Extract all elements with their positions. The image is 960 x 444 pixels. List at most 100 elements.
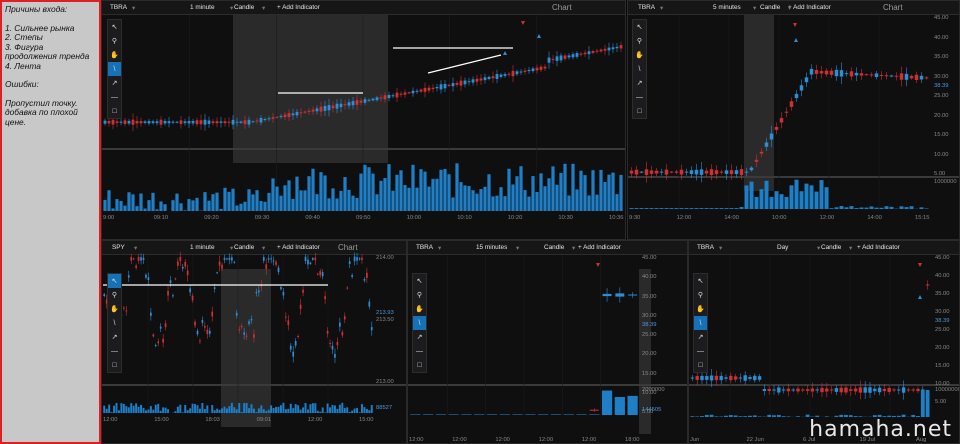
chart-mark	[611, 172, 615, 211]
rect-icon[interactable]: □	[108, 358, 121, 372]
price-tick: 25.00	[642, 332, 657, 338]
chart-mark	[181, 412, 184, 413]
time-tick: 12:00	[676, 215, 692, 221]
zoom-icon[interactable]: ⚲	[633, 34, 646, 48]
price-tick: 34.00	[625, 100, 626, 106]
chart-mark	[772, 415, 776, 417]
chart-mark	[619, 174, 623, 211]
cursor-icon[interactable]: ↖	[633, 20, 646, 34]
chart-mark	[451, 83, 455, 87]
chart-canvas[interactable]	[102, 1, 626, 240]
line-icon[interactable]: \	[694, 316, 707, 330]
chart-mark	[247, 119, 251, 125]
line-icon[interactable]: \	[413, 316, 426, 330]
hand-icon[interactable]: ✋	[694, 302, 707, 316]
cursor-icon[interactable]: ↖	[108, 20, 121, 34]
chart-mark	[615, 293, 625, 297]
chart-mark	[447, 174, 451, 211]
chart-mark	[535, 67, 539, 71]
chart-mark	[839, 70, 844, 77]
chart-mark	[849, 389, 853, 391]
chart-canvas[interactable]	[628, 1, 960, 240]
chart-mark	[131, 194, 135, 211]
chart-mark	[245, 402, 248, 413]
chart-mark	[219, 208, 223, 211]
hand-icon[interactable]: ✋	[108, 302, 121, 316]
chart-mark	[150, 312, 152, 316]
arrow-icon[interactable]: ↗	[694, 330, 707, 344]
chart-mark	[599, 169, 603, 211]
chart-mark	[240, 411, 243, 413]
time-tick: 9:00	[103, 215, 115, 221]
cursor-icon[interactable]: ↖	[108, 274, 121, 288]
chart-mark	[634, 208, 639, 209]
chart-mark	[531, 68, 535, 72]
arrow-icon[interactable]: ↗	[108, 330, 121, 344]
line-icon[interactable]: \	[108, 316, 121, 330]
chart-mark	[223, 187, 227, 211]
chart-mark	[191, 403, 194, 413]
chart-mark	[724, 377, 728, 379]
zoom-icon[interactable]: ⚲	[694, 288, 707, 302]
hline-icon[interactable]: —	[108, 344, 121, 358]
hand-icon[interactable]: ✋	[108, 48, 121, 62]
chart-mark	[299, 409, 302, 413]
rect-icon[interactable]: □	[694, 358, 707, 372]
chart-mark	[431, 87, 435, 89]
chart-mark	[511, 184, 515, 211]
line-icon[interactable]: \	[633, 62, 646, 76]
chart-mark	[174, 411, 177, 413]
price-tick: 38.00	[625, 58, 626, 64]
chart-mark	[144, 410, 147, 413]
zoom-icon[interactable]: ⚲	[413, 288, 426, 302]
chart-panel-4[interactable]: TBRA Day Candle + Add Indicator ▾ ▾ ▾ 45.00 40.0…	[688, 240, 960, 444]
hand-icon[interactable]: ✋	[633, 48, 646, 62]
arrow-icon[interactable]: ↗	[108, 76, 121, 90]
chart-mark	[235, 312, 238, 316]
chart-mark	[815, 389, 819, 391]
zoom-icon[interactable]: ⚲	[108, 288, 121, 302]
chart-mark	[627, 395, 638, 415]
chart-panel-0[interactable]: TBRA 1 minute Candle + Add Indicator ▾ ▾ ▾ Char…	[101, 0, 626, 240]
rect-icon[interactable]: □	[108, 104, 121, 118]
chart-mark	[853, 388, 858, 392]
chart-mark	[467, 81, 471, 83]
price-tick: 15.00	[934, 132, 949, 138]
chart-mark	[259, 201, 263, 211]
chart-mark	[159, 326, 162, 329]
chart-mark	[111, 208, 115, 211]
chart-mark	[251, 121, 255, 123]
time-tick: 14:00	[867, 215, 882, 221]
chart-panel-3[interactable]: TBRA 15 minutes Candle + Add Indicator ▾ ▾ ▾ 45…	[407, 240, 688, 444]
chart-mark	[669, 208, 674, 209]
zoom-icon[interactable]: ⚲	[108, 34, 121, 48]
arrow-icon[interactable]: ↗	[633, 76, 646, 90]
chart-mark	[304, 256, 307, 262]
arrow-icon[interactable]: ↗	[413, 330, 426, 344]
sell-marker	[521, 21, 525, 25]
hline-icon[interactable]: —	[694, 344, 707, 358]
chart-mark	[333, 405, 336, 413]
chart-panel-2[interactable]: SPY 1 minute Candle + Add Indicator ▾ ▾ ▾ Chart…	[101, 240, 407, 444]
chart-canvas[interactable]	[689, 241, 960, 444]
rect-icon[interactable]: □	[633, 104, 646, 118]
chart-panel-1[interactable]: TBRA 5 minutes Candle + Add Indicator ▾ ▾ ▾ Cha…	[627, 0, 960, 240]
hline-icon[interactable]: —	[633, 90, 646, 104]
chart-mark	[714, 416, 719, 417]
chart-mark	[366, 272, 368, 278]
chart-mark	[512, 414, 523, 415]
chart-mark	[555, 56, 559, 61]
hline-icon[interactable]: —	[108, 90, 121, 104]
chart-canvas[interactable]	[102, 241, 407, 444]
chart-mark	[295, 111, 299, 116]
hand-icon[interactable]: ✋	[413, 302, 426, 316]
chart-mark	[279, 195, 283, 211]
chart-mark	[371, 98, 375, 101]
cursor-icon[interactable]: ↖	[413, 274, 426, 288]
chart-mark	[292, 351, 295, 357]
rect-icon[interactable]: □	[413, 358, 426, 372]
hline-icon[interactable]: —	[413, 344, 426, 358]
line-icon[interactable]: \	[108, 62, 121, 76]
chart-mark	[579, 53, 583, 55]
cursor-icon[interactable]: ↖	[694, 274, 707, 288]
